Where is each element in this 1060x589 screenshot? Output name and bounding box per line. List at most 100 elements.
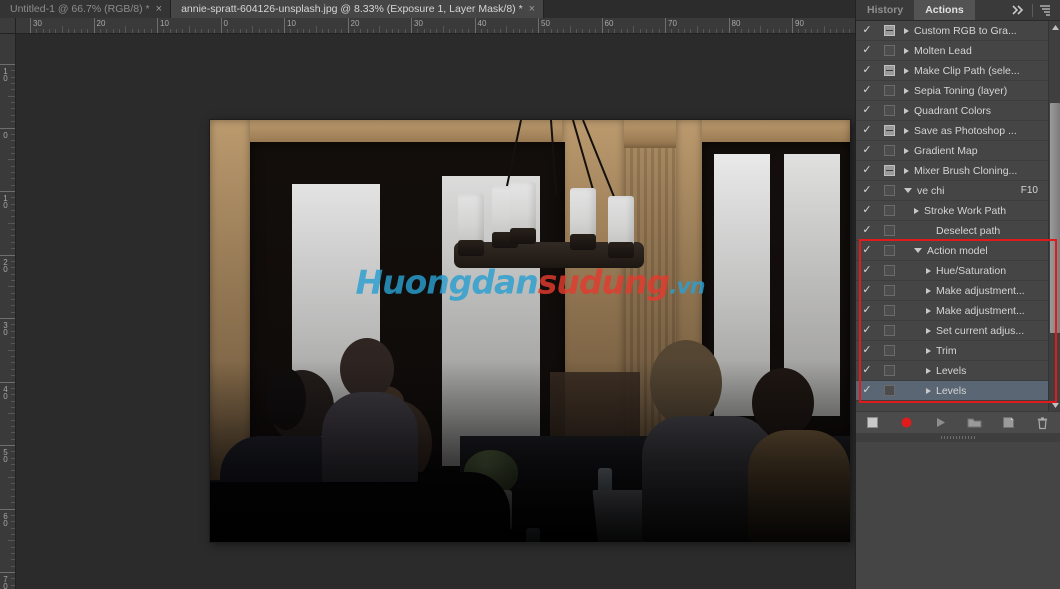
chevron-right-icon[interactable]: [914, 207, 919, 214]
action-row[interactable]: ✓ ve chi F10: [856, 181, 1048, 201]
action-toggle-checkbox[interactable]: ✓: [856, 205, 878, 216]
action-row[interactable]: ✓ Hue/Saturation: [856, 261, 1048, 281]
action-toggle-checkbox[interactable]: ✓: [856, 165, 878, 176]
action-row[interactable]: ✓ Set current adjus...: [856, 321, 1048, 341]
chevron-right-icon[interactable]: [926, 287, 931, 294]
action-toggle-checkbox[interactable]: ✓: [856, 185, 878, 196]
tab-actions[interactable]: Actions: [914, 0, 975, 20]
stop-square-icon[interactable]: [864, 415, 880, 431]
chevron-right-icon[interactable]: [926, 387, 931, 394]
action-toggle-checkbox[interactable]: ✓: [856, 325, 878, 336]
chevron-right-icon[interactable]: [904, 167, 909, 174]
action-row[interactable]: ✓ Make adjustment...: [856, 281, 1048, 301]
action-row[interactable]: ✓ Trim: [856, 341, 1048, 361]
image-document[interactable]: Huongdansudung.vn: [210, 120, 850, 542]
play-triangle-icon[interactable]: [932, 415, 948, 431]
action-toggle-checkbox[interactable]: ✓: [856, 265, 878, 276]
actions-scrollbar[interactable]: [1048, 21, 1060, 411]
chevron-right-icon[interactable]: [904, 127, 909, 134]
document-tab-untitled-1[interactable]: Untitled-1 @ 66.7% (RGB/8) * ×: [0, 0, 172, 18]
panel-menu-icon[interactable]: [1038, 2, 1055, 19]
chevron-right-icon[interactable]: [904, 27, 909, 34]
chevron-right-icon[interactable]: [904, 87, 909, 94]
action-toggle-checkbox[interactable]: ✓: [856, 245, 878, 256]
action-row[interactable]: ✓ Stroke Work Path: [856, 201, 1048, 221]
action-row[interactable]: ✓ Save as Photoshop ...: [856, 121, 1048, 141]
action-row[interactable]: ✓ Molten Lead: [856, 41, 1048, 61]
action-toggle-checkbox[interactable]: ✓: [856, 145, 878, 156]
action-row[interactable]: ✓ Quadrant Colors: [856, 101, 1048, 121]
action-dialog-toggle[interactable]: [878, 165, 900, 176]
action-dialog-toggle[interactable]: [878, 225, 900, 236]
action-toggle-checkbox[interactable]: ✓: [856, 345, 878, 356]
chevron-right-icon[interactable]: [904, 147, 909, 154]
action-dialog-toggle[interactable]: [878, 305, 900, 316]
action-dialog-toggle[interactable]: [878, 385, 900, 396]
action-row[interactable]: ✓ Levels: [856, 381, 1048, 401]
chevron-right-icon[interactable]: [926, 307, 931, 314]
actions-list-container[interactable]: ✓ Custom RGB to Gra... ✓ Molten Lead ✓ Make C…: [856, 21, 1060, 411]
close-icon[interactable]: ×: [529, 3, 535, 15]
action-toggle-checkbox[interactable]: ✓: [856, 365, 878, 376]
chevron-right-icon[interactable]: [926, 327, 931, 334]
action-dialog-toggle[interactable]: [878, 245, 900, 256]
chevron-right-icon[interactable]: [926, 367, 931, 374]
chevron-right-icon[interactable]: [926, 267, 931, 274]
action-row[interactable]: ✓ Make Clip Path (sele...: [856, 61, 1048, 81]
new-page-icon[interactable]: [1000, 415, 1016, 431]
document-tab-annie-spratt[interactable]: annie-spratt-604126-unsplash.jpg @ 8.33%…: [171, 0, 545, 18]
action-toggle-checkbox[interactable]: ✓: [856, 285, 878, 296]
action-toggle-checkbox[interactable]: ✓: [856, 65, 878, 76]
action-dialog-toggle[interactable]: [878, 85, 900, 96]
tab-history[interactable]: History: [856, 0, 915, 20]
action-row[interactable]: ✓ Action model: [856, 241, 1048, 261]
chevron-right-icon[interactable]: [904, 67, 909, 74]
action-dialog-toggle[interactable]: [878, 145, 900, 156]
ruler-corner[interactable]: [0, 18, 16, 34]
scroll-up-icon[interactable]: [1049, 21, 1060, 33]
action-dialog-toggle[interactable]: [878, 345, 900, 356]
action-dialog-toggle[interactable]: [878, 125, 900, 136]
record-circle-icon[interactable]: [898, 415, 914, 431]
chevron-down-icon[interactable]: [904, 188, 912, 193]
action-row[interactable]: ✓ Gradient Map: [856, 141, 1048, 161]
action-row[interactable]: ✓ Custom RGB to Gra...: [856, 21, 1048, 41]
chevron-right-icon[interactable]: [904, 107, 909, 114]
action-row[interactable]: ✓ Mixer Brush Cloning...: [856, 161, 1048, 181]
action-dialog-toggle[interactable]: [878, 65, 900, 76]
action-dialog-toggle[interactable]: [878, 105, 900, 116]
action-dialog-toggle[interactable]: [878, 285, 900, 296]
scroll-down-icon[interactable]: [1049, 399, 1060, 411]
action-row[interactable]: ✓ Make adjustment...: [856, 301, 1048, 321]
double-chevron-right-icon[interactable]: [1010, 2, 1027, 19]
panel-resize-grip[interactable]: [856, 433, 1060, 442]
action-toggle-checkbox[interactable]: ✓: [856, 85, 878, 96]
chevron-right-icon[interactable]: [904, 47, 909, 54]
horizontal-ruler[interactable]: 3020100102030405060708090100: [16, 18, 855, 34]
trash-icon[interactable]: [1034, 415, 1050, 431]
action-toggle-checkbox[interactable]: ✓: [856, 385, 878, 396]
chevron-down-icon[interactable]: [914, 248, 922, 253]
action-row[interactable]: ✓ Levels: [856, 361, 1048, 381]
action-dialog-toggle[interactable]: [878, 365, 900, 376]
action-dialog-toggle[interactable]: [878, 185, 900, 196]
action-row[interactable]: ✓ Sepia Toning (layer): [856, 81, 1048, 101]
action-dialog-toggle[interactable]: [878, 45, 900, 56]
action-toggle-checkbox[interactable]: ✓: [856, 305, 878, 316]
close-icon[interactable]: ×: [156, 3, 162, 15]
action-toggle-checkbox[interactable]: ✓: [856, 45, 878, 56]
canvas-area[interactable]: Huongdansudung.vn: [16, 34, 855, 589]
scrollbar-thumb[interactable]: [1050, 103, 1060, 333]
action-dialog-toggle[interactable]: [878, 205, 900, 216]
vertical-ruler[interactable]: 10 0 10 20 30 40 50 60 70: [0, 34, 16, 589]
action-dialog-toggle[interactable]: [878, 265, 900, 276]
folder-icon[interactable]: [966, 415, 982, 431]
action-dialog-toggle[interactable]: [878, 325, 900, 336]
action-toggle-checkbox[interactable]: ✓: [856, 25, 878, 36]
action-row[interactable]: ✓ Deselect path: [856, 221, 1048, 241]
action-toggle-checkbox[interactable]: ✓: [856, 105, 878, 116]
action-toggle-checkbox[interactable]: ✓: [856, 125, 878, 136]
chevron-right-icon[interactable]: [926, 347, 931, 354]
action-dialog-toggle[interactable]: [878, 25, 900, 36]
action-toggle-checkbox[interactable]: ✓: [856, 225, 878, 236]
